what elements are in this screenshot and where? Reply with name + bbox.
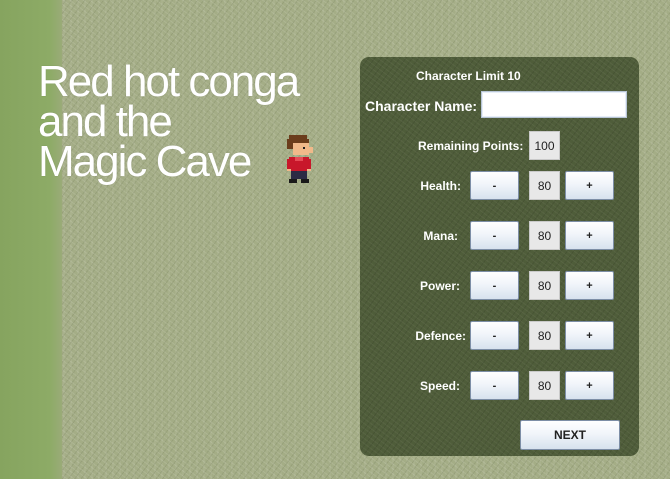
- mana-value: 80: [529, 221, 560, 250]
- hero-character-sprite: [287, 135, 313, 183]
- speed-decrease-button[interactable]: -: [470, 371, 519, 400]
- health-value: 80: [529, 171, 560, 200]
- power-increase-button[interactable]: +: [565, 271, 614, 300]
- power-label: Power:: [419, 279, 460, 293]
- mana-increase-button[interactable]: +: [565, 221, 614, 250]
- remaining-points-value: 100: [529, 131, 560, 160]
- defence-decrease-button[interactable]: -: [470, 321, 519, 350]
- defence-label: Defence:: [415, 329, 466, 343]
- mana-label: Mana:: [423, 229, 458, 243]
- speed-label: Speed:: [419, 379, 460, 393]
- power-value: 80: [529, 271, 560, 300]
- power-decrease-button[interactable]: -: [470, 271, 519, 300]
- next-button[interactable]: NEXT: [520, 420, 620, 450]
- game-title-line-1: Red hot conga: [38, 57, 300, 106]
- health-decrease-button[interactable]: -: [470, 171, 519, 200]
- character-name-input[interactable]: [481, 91, 627, 118]
- remaining-points-label: Remaining Points:: [418, 139, 524, 153]
- speed-increase-button[interactable]: +: [565, 371, 614, 400]
- defence-value: 80: [529, 321, 560, 350]
- defence-increase-button[interactable]: +: [565, 321, 614, 350]
- health-label: Health:: [420, 179, 461, 193]
- character-name-label: Character Name:: [365, 98, 478, 114]
- health-increase-button[interactable]: +: [565, 171, 614, 200]
- mana-decrease-button[interactable]: -: [470, 221, 519, 250]
- speed-value: 80: [529, 371, 560, 400]
- character-limit-label: Character Limit 10: [416, 69, 521, 83]
